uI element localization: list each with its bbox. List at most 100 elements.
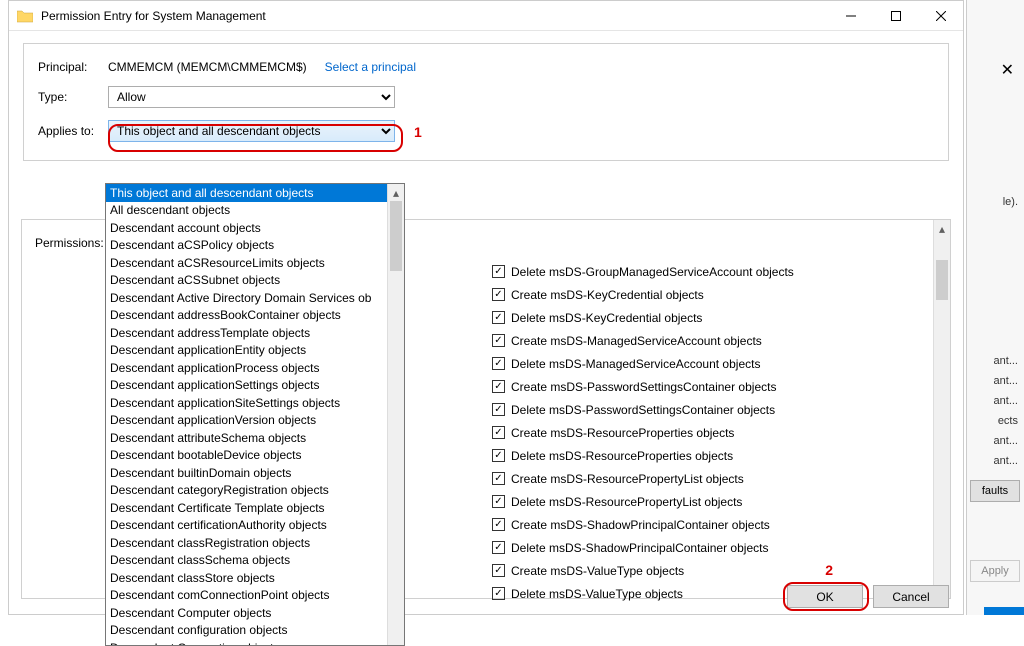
dropdown-option[interactable]: Descendant account objects (106, 219, 387, 237)
principal-label: Principal: (38, 60, 108, 74)
restore-defaults-button[interactable]: faults (970, 480, 1020, 502)
permission-label: Create msDS-ShadowPrincipalContainer obj… (511, 518, 770, 532)
applies-to-label: Applies to: (38, 124, 108, 138)
permission-label: Delete msDS-ResourceProperties objects (511, 449, 733, 463)
dropdown-option[interactable]: Descendant applicationVersion objects (106, 412, 387, 430)
folder-icon (17, 9, 33, 23)
dropdown-option[interactable]: Descendant applicationSettings objects (106, 377, 387, 395)
window-title: Permission Entry for System Management (41, 9, 828, 23)
principal-value: CMMEMCM (MEMCM\CMMEMCM$) (108, 60, 307, 74)
permission-label: Create msDS-ManagedServiceAccount object… (511, 334, 762, 348)
dropdown-option[interactable]: Descendant applicationProcess objects (106, 359, 387, 377)
checkbox[interactable]: ✓ (492, 403, 505, 416)
type-select[interactable]: Allow (108, 86, 395, 108)
annotation-1: 1 (414, 124, 422, 140)
select-principal-link[interactable]: Select a principal (325, 60, 416, 74)
permission-item: ✓ Delete msDS-ShadowPrincipalContainer ob… (492, 536, 794, 559)
checkbox[interactable]: ✓ (492, 311, 505, 324)
dropdown-option[interactable]: Descendant Connection objects (106, 639, 387, 645)
checkbox[interactable]: ✓ (492, 472, 505, 485)
dropdown-option[interactable]: Descendant builtinDomain objects (106, 464, 387, 482)
dropdown-option[interactable]: This object and all descendant objects (106, 184, 387, 202)
dropdown-option[interactable]: Descendant aCSResourceLimits objects (106, 254, 387, 272)
permission-item: ✓ Delete msDS-ResourcePropertyList object… (492, 490, 794, 513)
bg-text: ant... (994, 375, 1018, 387)
bg-text: le). (1003, 196, 1018, 208)
dropdown-option[interactable]: Descendant classStore objects (106, 569, 387, 587)
dropdown-option[interactable]: Descendant Active Directory Domain Servi… (106, 289, 387, 307)
dropdown-option[interactable]: Descendant categoryRegistration objects (106, 482, 387, 500)
permission-item: ✓ Create msDS-ResourcePropertyList object… (492, 467, 794, 490)
checkbox[interactable]: ✓ (492, 357, 505, 370)
checkbox[interactable]: ✓ (492, 265, 505, 278)
dropdown-option[interactable]: Descendant aCSPolicy objects (106, 237, 387, 255)
dropdown-option[interactable]: Descendant addressTemplate objects (106, 324, 387, 342)
permission-item: ✓Delete msDS-ValueType objects (492, 582, 794, 605)
permission-item: ✓ Create msDS-ManagedServiceAccount objec… (492, 329, 794, 352)
checkbox[interactable]: ✓ (492, 518, 505, 531)
permission-label: Delete msDS-ManagedServiceAccount object… (511, 357, 760, 371)
ok-button[interactable]: OK (787, 585, 863, 608)
dropdown-option[interactable]: Descendant classSchema objects (106, 552, 387, 570)
checkbox[interactable]: ✓ (492, 288, 505, 301)
dropdown-option[interactable]: Descendant certificationAuthority object… (106, 517, 387, 535)
checkbox[interactable]: ✓ (492, 380, 505, 393)
bg-text: ant... (994, 355, 1018, 367)
dropdown-option[interactable]: All descendant objects (106, 202, 387, 220)
background-window: ✕ le). ant... ant... ant... ects ant... … (966, 0, 1024, 615)
applies-to-dropdown[interactable]: This object and all descendant objectsAl… (105, 183, 405, 646)
dropdown-option[interactable]: Descendant configuration objects (106, 622, 387, 640)
applies-to-select[interactable]: This object and all descendant objects (108, 120, 395, 142)
bg-text: ant... (994, 455, 1018, 467)
checkbox[interactable]: ✓ (492, 334, 505, 347)
bg-text: ant... (994, 395, 1018, 407)
permission-item: ✓ Delete msDS-ResourceProperties objects (492, 444, 794, 467)
checkbox[interactable]: ✓ (492, 587, 505, 600)
dropdown-option[interactable]: Descendant Computer objects (106, 604, 387, 622)
permission-label: Delete msDS-GroupManagedServiceAccount o… (511, 265, 794, 279)
dropdown-option[interactable]: Descendant addressBookContainer objects (106, 307, 387, 325)
permission-item: ✓ Delete msDS-GroupManagedServiceAccount … (492, 260, 794, 283)
maximize-button[interactable] (873, 1, 918, 31)
bg-text: ant... (994, 435, 1018, 447)
checkbox[interactable]: ✓ (492, 541, 505, 554)
permission-item: ✓ Create msDS-KeyCredential objects (492, 283, 794, 306)
dropdown-option[interactable]: Descendant attributeSchema objects (106, 429, 387, 447)
permission-label: Create msDS-ResourcePropertyList objects (511, 472, 744, 486)
permission-entry-window: Permission Entry for System Management P… (8, 0, 964, 615)
dropdown-option[interactable]: Descendant aCSSubnet objects (106, 272, 387, 290)
checkbox[interactable]: ✓ (492, 495, 505, 508)
scroll-up-icon[interactable]: ▴ (388, 184, 404, 201)
close-button[interactable] (918, 1, 963, 31)
cancel-button[interactable]: Cancel (873, 585, 949, 608)
taskbar (984, 607, 1024, 615)
checkbox[interactable]: ✓ (492, 564, 505, 577)
scrollbar[interactable]: ▴ ▾ (933, 220, 950, 598)
scroll-up-icon[interactable]: ▴ (934, 220, 950, 237)
principal-group: Principal: CMMEMCM (MEMCM\CMMEMCM$) Sele… (23, 43, 949, 161)
permission-label: Create msDS-KeyCredential objects (511, 288, 704, 302)
permission-label: Delete msDS-ShadowPrincipalContainer obj… (511, 541, 768, 555)
dropdown-option[interactable]: Descendant classRegistration objects (106, 534, 387, 552)
dropdown-option[interactable]: Descendant Certificate Template objects (106, 499, 387, 517)
checkbox[interactable]: ✓ (492, 426, 505, 439)
permissions-list: ✓ Delete msDS-GroupManagedServiceAccount … (492, 260, 794, 605)
dropdown-scrollbar[interactable]: ▴ (387, 184, 404, 645)
permission-label: Delete msDS-ResourcePropertyList objects (511, 495, 742, 509)
permission-label: Delete msDS-PasswordSettingsContainer ob… (511, 403, 775, 417)
minimize-button[interactable] (828, 1, 873, 31)
permission-item: ✓ Delete msDS-PasswordSettingsContainer o… (492, 398, 794, 421)
permissions-label: Permissions: (35, 236, 104, 250)
dropdown-option[interactable]: Descendant comConnectionPoint objects (106, 587, 387, 605)
scroll-thumb[interactable] (936, 260, 948, 300)
titlebar: Permission Entry for System Management (9, 1, 963, 31)
permission-item: ✓Create msDS-ValueType objects (492, 559, 794, 582)
permission-item: ✓ Delete msDS-ManagedServiceAccount objec… (492, 352, 794, 375)
permission-item: ✓ Create msDS-ShadowPrincipalContainer ob… (492, 513, 794, 536)
dropdown-option[interactable]: Descendant applicationSiteSettings objec… (106, 394, 387, 412)
dropdown-option[interactable]: Descendant bootableDevice objects (106, 447, 387, 465)
checkbox[interactable]: ✓ (492, 449, 505, 462)
dropdown-option[interactable]: Descendant applicationEntity objects (106, 342, 387, 360)
scroll-thumb[interactable] (390, 201, 402, 271)
apply-button[interactable]: Apply (970, 560, 1020, 582)
